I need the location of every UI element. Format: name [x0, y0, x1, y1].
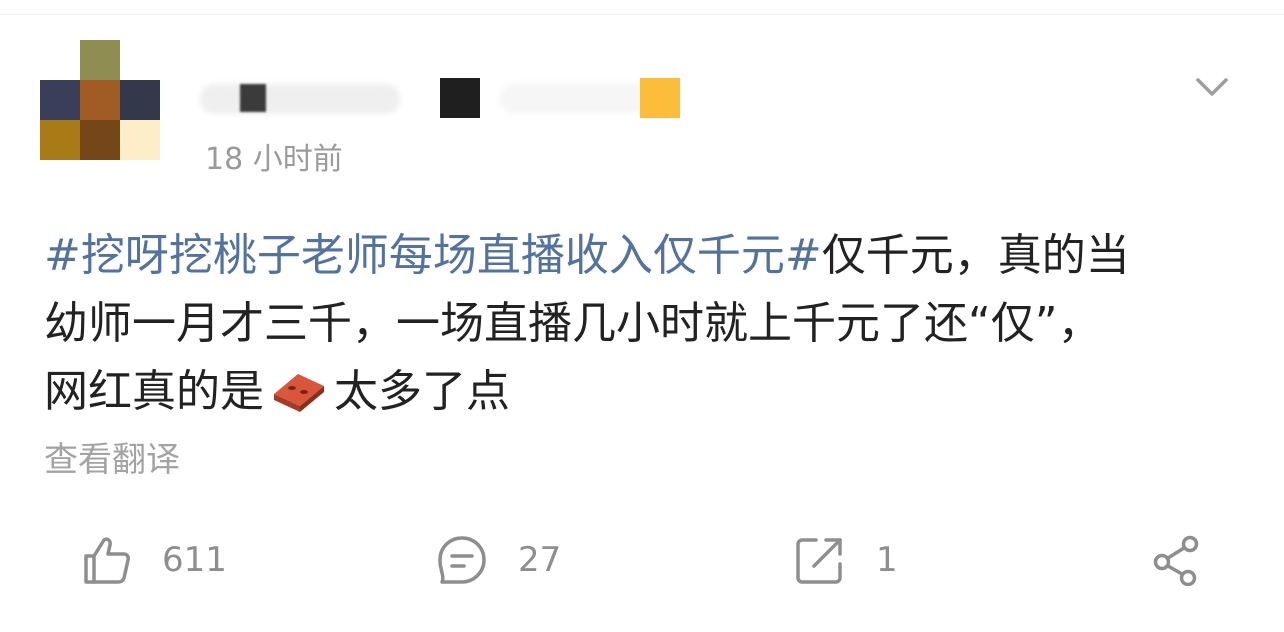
share-button[interactable] — [1150, 528, 1202, 592]
like-button[interactable]: 611 — [80, 528, 227, 592]
avatar[interactable] — [40, 40, 161, 161]
translate-link[interactable]: 查看翻译 — [44, 432, 180, 481]
thumbs-up-icon — [84, 537, 130, 584]
action-bar: 611 27 1 — [0, 528, 1284, 592]
redacted-block — [640, 78, 680, 118]
repost-count: 1 — [876, 540, 898, 580]
top-divider — [0, 14, 1284, 15]
redacted-block — [440, 78, 480, 118]
comment-count: 27 — [518, 540, 562, 580]
content-line: 网红真的是 太多了点 — [44, 358, 1244, 426]
content-text: 太多了点 — [334, 366, 510, 417]
like-count: 611 — [162, 540, 227, 580]
post-content: #挖呀挖桃子老师每场直播收入仅千元#仅千元，真的当 幼师一月才三千，一场直播几小… — [44, 222, 1244, 426]
content-line: #挖呀挖桃子老师每场直播收入仅千元#仅千元，真的当 — [44, 222, 1244, 290]
content-line: 幼师一月才三千，一场直播几小时就上千元了还“仅”， — [44, 290, 1244, 358]
repost-icon — [796, 538, 842, 584]
comment-button[interactable]: 27 — [436, 528, 561, 592]
chevron-down-icon[interactable] — [1194, 72, 1230, 102]
content-text: 网红真的是 — [44, 366, 264, 417]
brick-emoji-icon — [274, 374, 324, 412]
content-text: 仅千元，真的当 — [821, 230, 1130, 281]
share-icon — [1153, 535, 1199, 586]
hashtag-link[interactable]: #挖呀挖桃子老师每场直播收入仅千元# — [44, 230, 822, 281]
comment-icon — [438, 536, 486, 584]
timestamp: 18 小时前 — [205, 142, 343, 177]
content-text: 幼师一月才三千，一场直播几小时就上千元了还“仅”， — [44, 298, 1102, 349]
repost-button[interactable]: 1 — [794, 528, 898, 592]
username[interactable] — [200, 78, 720, 120]
